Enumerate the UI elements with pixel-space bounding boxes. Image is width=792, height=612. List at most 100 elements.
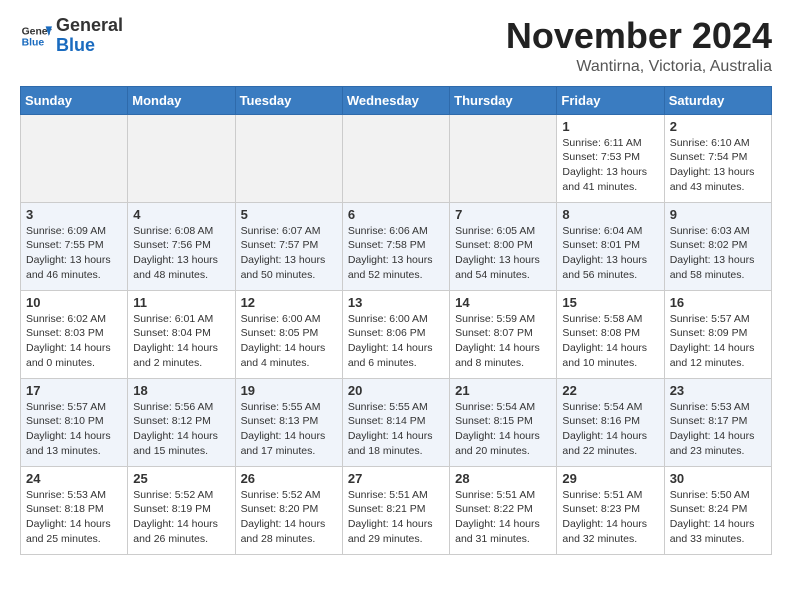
- week-row-4: 17Sunrise: 5:57 AMSunset: 8:10 PMDayligh…: [21, 378, 772, 466]
- day-number: 1: [562, 119, 658, 134]
- calendar: SundayMondayTuesdayWednesdayThursdayFrid…: [20, 86, 772, 555]
- day-cell: 8 Sunrise: 6:04 AMSunset: 8:01 PMDaylight…: [557, 202, 664, 290]
- day-info: Sunrise: 5:51 AMSunset: 8:23 PMDaylight:…: [562, 488, 658, 547]
- day-cell: 23 Sunrise: 5:53 AMSunset: 8:17 PMDayligh…: [664, 378, 771, 466]
- day-info: Sunrise: 5:54 AMSunset: 8:15 PMDaylight:…: [455, 400, 551, 459]
- day-number: 4: [133, 207, 229, 222]
- day-cell: 15 Sunrise: 5:58 AMSunset: 8:08 PMDayligh…: [557, 290, 664, 378]
- day-number: 7: [455, 207, 551, 222]
- day-number: 3: [26, 207, 122, 222]
- day-cell: 11 Sunrise: 6:01 AMSunset: 8:04 PMDayligh…: [128, 290, 235, 378]
- day-number: 16: [670, 295, 766, 310]
- day-info: Sunrise: 5:53 AMSunset: 8:18 PMDaylight:…: [26, 488, 122, 547]
- day-number: 21: [455, 383, 551, 398]
- day-info: Sunrise: 5:52 AMSunset: 8:20 PMDaylight:…: [241, 488, 337, 547]
- weekday-wednesday: Wednesday: [342, 86, 449, 114]
- day-info: Sunrise: 6:07 AMSunset: 7:57 PMDaylight:…: [241, 224, 337, 283]
- day-info: Sunrise: 5:50 AMSunset: 8:24 PMDaylight:…: [670, 488, 766, 547]
- day-info: Sunrise: 5:55 AMSunset: 8:14 PMDaylight:…: [348, 400, 444, 459]
- day-cell: 17Sunrise: 5:57 AMSunset: 8:10 PMDayligh…: [21, 378, 128, 466]
- day-cell: 10 Sunrise: 6:02 AMSunset: 8:03 PMDayligh…: [21, 290, 128, 378]
- weekday-header-row: SundayMondayTuesdayWednesdayThursdayFrid…: [21, 86, 772, 114]
- week-row-2: 3 Sunrise: 6:09 AMSunset: 7:55 PMDaylight…: [21, 202, 772, 290]
- day-info: Sunrise: 5:51 AMSunset: 8:21 PMDaylight:…: [348, 488, 444, 547]
- day-cell: 7 Sunrise: 6:05 AMSunset: 8:00 PMDaylight…: [450, 202, 557, 290]
- day-info: Sunrise: 5:58 AMSunset: 8:08 PMDaylight:…: [562, 312, 658, 371]
- logo-general-text: General: [56, 15, 123, 35]
- day-number: 27: [348, 471, 444, 486]
- day-number: 12: [241, 295, 337, 310]
- weekday-monday: Monday: [128, 86, 235, 114]
- day-info: Sunrise: 6:02 AMSunset: 8:03 PMDaylight:…: [26, 312, 122, 371]
- day-cell: 2Sunrise: 6:10 AMSunset: 7:54 PMDaylight…: [664, 114, 771, 202]
- day-info: Sunrise: 6:04 AMSunset: 8:01 PMDaylight:…: [562, 224, 658, 283]
- day-info: Sunrise: 5:52 AMSunset: 8:19 PMDaylight:…: [133, 488, 229, 547]
- day-number: 19: [241, 383, 337, 398]
- day-info: Sunrise: 6:03 AMSunset: 8:02 PMDaylight:…: [670, 224, 766, 283]
- day-info: Sunrise: 6:11 AMSunset: 7:53 PMDaylight:…: [562, 136, 658, 195]
- day-number: 13: [348, 295, 444, 310]
- day-info: Sunrise: 5:53 AMSunset: 8:17 PMDaylight:…: [670, 400, 766, 459]
- day-cell: 12 Sunrise: 6:00 AMSunset: 8:05 PMDayligh…: [235, 290, 342, 378]
- day-cell: [235, 114, 342, 202]
- day-number: 26: [241, 471, 337, 486]
- day-cell: 16 Sunrise: 5:57 AMSunset: 8:09 PMDayligh…: [664, 290, 771, 378]
- day-number: 10: [26, 295, 122, 310]
- day-cell: 21 Sunrise: 5:54 AMSunset: 8:15 PMDayligh…: [450, 378, 557, 466]
- weekday-saturday: Saturday: [664, 86, 771, 114]
- day-number: 18: [133, 383, 229, 398]
- day-number: 29: [562, 471, 658, 486]
- day-number: 9: [670, 207, 766, 222]
- day-cell: 30 Sunrise: 5:50 AMSunset: 8:24 PMDayligh…: [664, 466, 771, 554]
- day-cell: 13 Sunrise: 6:00 AMSunset: 8:06 PMDayligh…: [342, 290, 449, 378]
- day-cell: [128, 114, 235, 202]
- day-info: Sunrise: 5:55 AMSunset: 8:13 PMDaylight:…: [241, 400, 337, 459]
- day-info: Sunrise: 6:09 AMSunset: 7:55 PMDaylight:…: [26, 224, 122, 283]
- day-cell: 22 Sunrise: 5:54 AMSunset: 8:16 PMDayligh…: [557, 378, 664, 466]
- page: General Blue General Blue November 2024 …: [0, 0, 792, 571]
- day-cell: 24Sunrise: 5:53 AMSunset: 8:18 PMDayligh…: [21, 466, 128, 554]
- day-cell: 25Sunrise: 5:52 AMSunset: 8:19 PMDayligh…: [128, 466, 235, 554]
- day-info: Sunrise: 6:00 AMSunset: 8:06 PMDaylight:…: [348, 312, 444, 371]
- day-info: Sunrise: 6:01 AMSunset: 8:04 PMDaylight:…: [133, 312, 229, 371]
- day-cell: 28 Sunrise: 5:51 AMSunset: 8:22 PMDayligh…: [450, 466, 557, 554]
- day-cell: 4Sunrise: 6:08 AMSunset: 7:56 PMDaylight…: [128, 202, 235, 290]
- day-info: Sunrise: 5:57 AMSunset: 8:09 PMDaylight:…: [670, 312, 766, 371]
- day-cell: 27 Sunrise: 5:51 AMSunset: 8:21 PMDayligh…: [342, 466, 449, 554]
- day-cell: [450, 114, 557, 202]
- header: General Blue General Blue November 2024 …: [20, 16, 772, 76]
- day-cell: 3 Sunrise: 6:09 AMSunset: 7:55 PMDaylight…: [21, 202, 128, 290]
- day-number: 17: [26, 383, 122, 398]
- week-row-1: 1 Sunrise: 6:11 AMSunset: 7:53 PMDaylight…: [21, 114, 772, 202]
- weekday-friday: Friday: [557, 86, 664, 114]
- title-block: November 2024 Wantirna, Victoria, Austra…: [506, 16, 772, 76]
- day-cell: 1 Sunrise: 6:11 AMSunset: 7:53 PMDaylight…: [557, 114, 664, 202]
- day-cell: 26 Sunrise: 5:52 AMSunset: 8:20 PMDayligh…: [235, 466, 342, 554]
- day-number: 5: [241, 207, 337, 222]
- day-number: 2: [670, 119, 766, 134]
- day-info: Sunrise: 6:06 AMSunset: 7:58 PMDaylight:…: [348, 224, 444, 283]
- day-info: Sunrise: 5:54 AMSunset: 8:16 PMDaylight:…: [562, 400, 658, 459]
- day-info: Sunrise: 5:51 AMSunset: 8:22 PMDaylight:…: [455, 488, 551, 547]
- day-number: 15: [562, 295, 658, 310]
- day-info: Sunrise: 6:00 AMSunset: 8:05 PMDaylight:…: [241, 312, 337, 371]
- logo-icon: General Blue: [20, 20, 52, 52]
- day-info: Sunrise: 6:05 AMSunset: 8:00 PMDaylight:…: [455, 224, 551, 283]
- day-number: 6: [348, 207, 444, 222]
- week-row-5: 24Sunrise: 5:53 AMSunset: 8:18 PMDayligh…: [21, 466, 772, 554]
- day-number: 30: [670, 471, 766, 486]
- weekday-tuesday: Tuesday: [235, 86, 342, 114]
- week-row-3: 10 Sunrise: 6:02 AMSunset: 8:03 PMDayligh…: [21, 290, 772, 378]
- day-number: 11: [133, 295, 229, 310]
- day-number: 23: [670, 383, 766, 398]
- month-title: November 2024: [506, 16, 772, 56]
- logo-blue-text: Blue: [56, 35, 95, 55]
- day-cell: 19 Sunrise: 5:55 AMSunset: 8:13 PMDayligh…: [235, 378, 342, 466]
- day-number: 8: [562, 207, 658, 222]
- day-number: 28: [455, 471, 551, 486]
- day-cell: [21, 114, 128, 202]
- weekday-thursday: Thursday: [450, 86, 557, 114]
- svg-text:Blue: Blue: [22, 37, 45, 48]
- day-number: 20: [348, 383, 444, 398]
- day-number: 22: [562, 383, 658, 398]
